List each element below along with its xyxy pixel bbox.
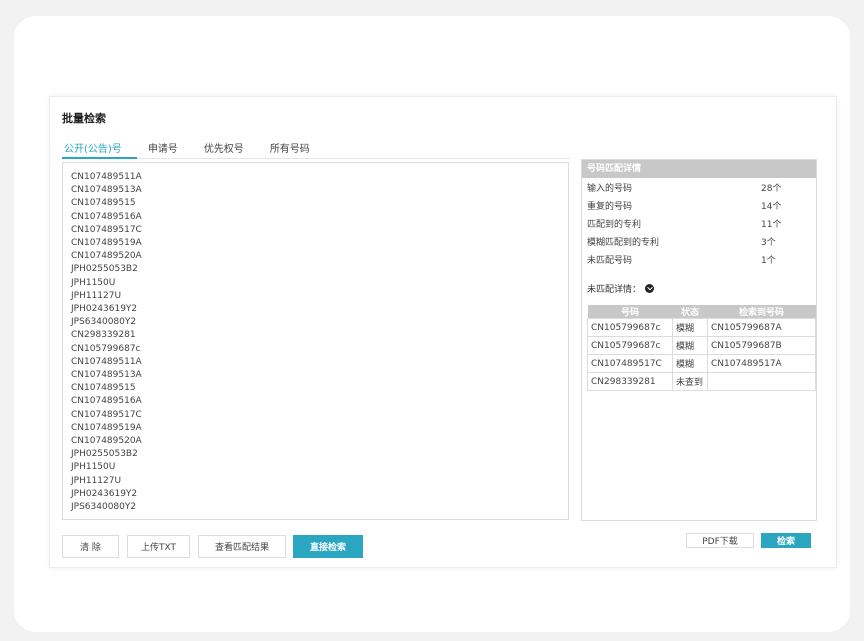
number-line: JPH0255053B2 bbox=[71, 264, 138, 275]
number-line: JPH1150U bbox=[71, 462, 116, 473]
number-line: JPH0243619Y2 bbox=[71, 304, 138, 315]
number-line: CN107489516A bbox=[71, 396, 142, 407]
detail-table-body: CN105799687c 模糊 CN105799687A CN105799687c 模糊… bbox=[587, 318, 816, 391]
number-line: CN107489515 bbox=[71, 198, 136, 209]
tab-application-number[interactable]: 申请号 bbox=[146, 140, 180, 158]
summary-value: 3个 bbox=[761, 238, 776, 248]
unmatched-details-label: 未匹配详情： bbox=[587, 285, 642, 295]
summary-label: 匹配到的专利 bbox=[587, 220, 642, 230]
clear-button[interactable]: 清 除 bbox=[62, 535, 119, 558]
tab-divider bbox=[62, 158, 570, 159]
match-summary-header: 号码匹配详情 bbox=[582, 160, 816, 178]
number-line: CN107489520A bbox=[71, 436, 142, 447]
direct-search-button[interactable]: 直接检索 bbox=[293, 535, 363, 558]
number-line: CN107489516A bbox=[71, 211, 142, 222]
number-line: JPH0255053B2 bbox=[71, 449, 138, 460]
unmatched-details-table: 号码 状态 检索到号码 CN105799687c 模糊 CN105799687A CN… bbox=[587, 305, 816, 391]
summary-label: 未匹配号码 bbox=[587, 256, 633, 266]
page-title: 批量检索 bbox=[62, 112, 106, 125]
summary-label: 重复的号码 bbox=[587, 202, 633, 212]
number-line: CN107489511A bbox=[71, 356, 142, 367]
table-row: CN105799687c 模糊 CN105799687B bbox=[587, 336, 816, 355]
summary-row: 输入的号码 28个 bbox=[582, 178, 816, 196]
column-header-number: 号码 bbox=[587, 305, 673, 319]
upload-txt-button[interactable]: 上传TXT bbox=[127, 535, 190, 558]
number-line: CN107489515 bbox=[71, 383, 136, 394]
summary-row: 重复的号码 14个 bbox=[582, 196, 816, 214]
column-header-found-number: 检索到号码 bbox=[707, 305, 816, 319]
column-header-status: 状态 bbox=[672, 305, 708, 319]
active-tab-indicator bbox=[62, 157, 137, 159]
table-cell: CN105799687B bbox=[707, 336, 816, 355]
number-line: CN107489511A bbox=[71, 172, 142, 182]
summary-row: 匹配到的专利 11个 bbox=[582, 214, 816, 232]
summary-row: 未匹配号码 1个 bbox=[582, 250, 816, 268]
table-cell: CN298339281 bbox=[587, 372, 673, 391]
number-line: JPH1150U bbox=[71, 277, 116, 288]
number-line: CN107489517C bbox=[71, 224, 142, 235]
number-line: CN107489513A bbox=[71, 370, 142, 381]
number-line: JPS6340080Y2 bbox=[71, 502, 137, 513]
tab-all-numbers[interactable]: 所有号码 bbox=[268, 140, 312, 158]
view-match-results-button[interactable]: 查看匹配结果 bbox=[198, 535, 286, 558]
table-cell: CN107489517A bbox=[707, 354, 816, 373]
number-line: CN105799687c bbox=[71, 343, 141, 354]
number-line: CN107489517C bbox=[71, 409, 142, 420]
unmatched-details: 未匹配详情： bbox=[587, 282, 655, 295]
summary-value: 14个 bbox=[761, 202, 782, 212]
table-row: CN298339281 未查到 bbox=[587, 372, 816, 391]
tab-publication-number[interactable]: 公开(公告)号 bbox=[62, 140, 124, 158]
number-line: JPS6340080Y2 bbox=[71, 317, 137, 328]
table-row: CN107489517C 模糊 CN107489517A bbox=[587, 354, 816, 373]
summary-label: 模糊匹配到的专利 bbox=[587, 238, 660, 248]
table-cell: 模糊 bbox=[672, 318, 708, 337]
summary-value: 28个 bbox=[761, 184, 782, 194]
number-line: CN107489519A bbox=[71, 238, 142, 249]
summary-row: 模糊匹配到的专利 3个 bbox=[582, 232, 816, 250]
number-line: JPH0243619Y2 bbox=[71, 488, 138, 499]
tab-priority-number[interactable]: 优先权号 bbox=[202, 140, 246, 158]
table-row: CN105799687c 模糊 CN105799687A bbox=[587, 318, 816, 337]
table-cell: CN105799687A bbox=[707, 318, 816, 337]
number-line: JPH11127U bbox=[71, 290, 122, 301]
search-button[interactable]: 检索 bbox=[761, 533, 811, 548]
match-summary-rows: 输入的号码 28个重复的号码 14个匹配到的专利 11个模糊匹配到的专利 3个未匹配号码… bbox=[582, 178, 816, 268]
table-cell: CN105799687c bbox=[587, 336, 673, 355]
table-cell bbox=[707, 372, 816, 391]
summary-label: 输入的号码 bbox=[587, 184, 633, 194]
table-cell: CN107489517C bbox=[587, 354, 673, 373]
number-line: CN298339281 bbox=[71, 330, 136, 341]
tab-bar: 公开(公告)号 申请号 优先权号 所有号码 bbox=[62, 140, 334, 158]
table-cell: CN105799687c bbox=[587, 318, 673, 337]
number-line: CN107489520A bbox=[71, 251, 142, 262]
expand-icon[interactable] bbox=[645, 284, 655, 293]
table-cell: 模糊 bbox=[672, 336, 708, 355]
number-line: JPH11127U bbox=[71, 475, 122, 486]
number-input-textarea[interactable]: CN107489511A CN107489513A CN107489515 CN107… bbox=[62, 162, 569, 520]
number-line: CN107489519A bbox=[71, 422, 142, 433]
pdf-download-button[interactable]: PDF下载 bbox=[686, 533, 754, 548]
summary-value: 11个 bbox=[761, 220, 782, 230]
table-cell: 模糊 bbox=[672, 354, 708, 373]
summary-value: 1个 bbox=[761, 256, 776, 266]
table-cell: 未查到 bbox=[672, 372, 708, 391]
match-summary-panel: 号码匹配详情 输入的号码 28个 重复的号码 14个 匹配到的专利 11个 模糊匹配到的专利… bbox=[581, 159, 817, 521]
number-line: CN107489513A bbox=[71, 185, 142, 196]
